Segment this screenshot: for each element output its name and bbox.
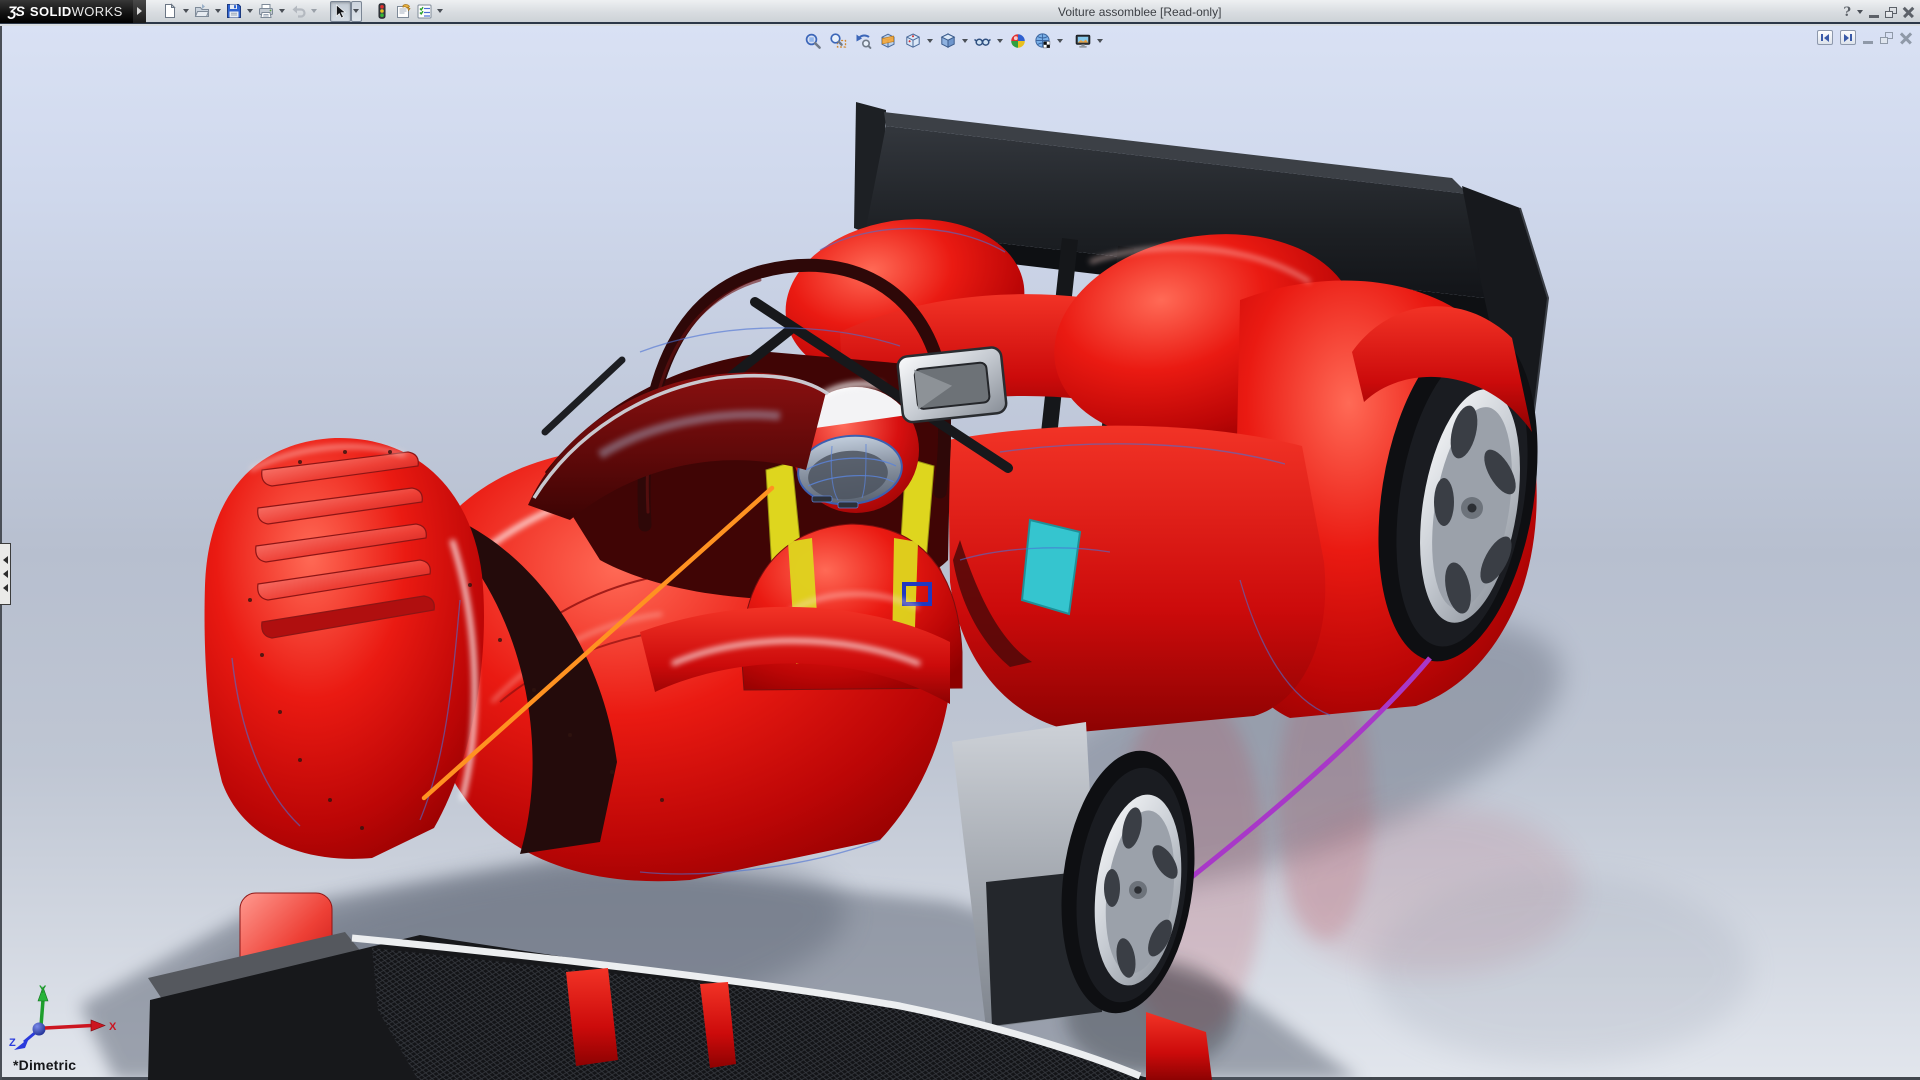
heads-up-toolbar bbox=[800, 28, 1105, 53]
print-dropdown[interactable] bbox=[277, 1, 288, 22]
hide-show-items-button[interactable] bbox=[970, 28, 995, 53]
undo-button[interactable] bbox=[288, 1, 309, 22]
menu-expand-button[interactable] bbox=[132, 0, 146, 23]
apply-scene-dropdown[interactable] bbox=[1055, 28, 1065, 53]
triad-y-label: Y bbox=[39, 984, 47, 996]
open-button[interactable] bbox=[192, 1, 213, 22]
document-window-controls bbox=[1817, 30, 1912, 45]
dassault-3ds-mark: ƷS bbox=[8, 3, 25, 19]
document-title: Voiture assomblee [Read-only] bbox=[1058, 5, 1222, 19]
doc-close-button[interactable] bbox=[1900, 32, 1912, 44]
file-properties-icon bbox=[396, 3, 411, 18]
undo-icon bbox=[292, 5, 306, 18]
select-button[interactable] bbox=[329, 0, 351, 22]
collapse-arrow-icon bbox=[2, 556, 8, 564]
window-controls: ? bbox=[1843, 0, 1914, 24]
minimize-button[interactable] bbox=[1869, 14, 1879, 18]
race-car-model bbox=[80, 102, 1750, 1080]
display-style-button[interactable] bbox=[935, 28, 960, 53]
select-dropdown[interactable] bbox=[350, 0, 362, 22]
triad-x-label: X bbox=[109, 1021, 117, 1033]
expand-arrow-icon bbox=[136, 7, 142, 15]
rebuild-button[interactable] bbox=[372, 1, 393, 22]
view-orientation-icon bbox=[905, 32, 920, 48]
doc-minimize-button[interactable] bbox=[1863, 40, 1873, 44]
title-bar: ƷS SOLID WORKS Voiture assomblee [Read-o… bbox=[0, 0, 1920, 24]
display-style-icon bbox=[940, 32, 955, 48]
file-properties-button[interactable] bbox=[393, 1, 414, 22]
help-dropdown[interactable] bbox=[1857, 10, 1863, 14]
edit-appearance-button[interactable] bbox=[1005, 28, 1030, 53]
zoom-to-fit-icon bbox=[805, 33, 821, 49]
print-button[interactable] bbox=[256, 1, 277, 22]
triad-z-label: Z bbox=[9, 1037, 16, 1049]
open-icon bbox=[195, 4, 210, 17]
previous-view-icon bbox=[856, 33, 871, 49]
solidworks-window: ƷS SOLID WORKS Voiture assomblee [Read-o… bbox=[0, 0, 1920, 1080]
view-orientation-button[interactable] bbox=[900, 28, 925, 53]
zoom-to-area-button[interactable] bbox=[825, 28, 850, 53]
view-orientation-label: *Dimetric bbox=[13, 1057, 77, 1073]
view-settings-button[interactable] bbox=[1070, 28, 1095, 53]
viewport-3d[interactable]: Z Y X *Dimetric bbox=[0, 26, 1920, 1080]
left-arrow-icon bbox=[1824, 33, 1829, 42]
open-dropdown[interactable] bbox=[213, 1, 224, 22]
select-cursor-icon bbox=[335, 3, 346, 18]
help-button[interactable]: ? bbox=[1843, 5, 1851, 20]
solidworks-logo: ƷS SOLID WORKS bbox=[0, 0, 133, 23]
view-settings-icon bbox=[1075, 34, 1090, 48]
collapse-arrow-icon bbox=[2, 584, 8, 592]
new-document-dropdown[interactable] bbox=[181, 1, 192, 22]
close-button[interactable] bbox=[1903, 7, 1914, 18]
standard-toolbar bbox=[160, 0, 446, 23]
rebuild-traffic-light-icon bbox=[378, 3, 386, 19]
collapse-arrow-icon bbox=[2, 570, 8, 578]
hide-show-items-icon bbox=[974, 38, 991, 46]
right-arrow-icon bbox=[1844, 33, 1849, 42]
save-dropdown[interactable] bbox=[245, 1, 256, 22]
options-button[interactable] bbox=[414, 1, 435, 22]
display-style-dropdown[interactable] bbox=[960, 28, 970, 53]
section-view-button[interactable] bbox=[875, 28, 900, 53]
restore-button[interactable] bbox=[1885, 6, 1897, 18]
zoom-to-fit-button[interactable] bbox=[800, 28, 825, 53]
zoom-to-area-icon bbox=[829, 32, 846, 48]
options-dropdown[interactable] bbox=[435, 1, 446, 22]
section-view-icon bbox=[881, 33, 894, 48]
show-right-pane-button[interactable] bbox=[1840, 30, 1856, 45]
options-checklist-icon bbox=[417, 4, 432, 18]
save-icon bbox=[227, 4, 242, 18]
new-document-icon bbox=[165, 3, 176, 18]
mirror-intake-box bbox=[896, 346, 1008, 424]
undo-dropdown[interactable] bbox=[309, 1, 320, 22]
view-settings-dropdown[interactable] bbox=[1095, 28, 1105, 53]
new-document-button[interactable] bbox=[160, 1, 181, 22]
hide-show-items-dropdown[interactable] bbox=[995, 28, 1005, 53]
edit-appearance-icon bbox=[1010, 33, 1025, 48]
view-orientation-dropdown[interactable] bbox=[925, 28, 935, 53]
show-left-pane-button[interactable] bbox=[1817, 30, 1833, 45]
doc-restore-button[interactable] bbox=[1880, 31, 1893, 44]
save-button[interactable] bbox=[224, 1, 245, 22]
apply-scene-button[interactable] bbox=[1030, 28, 1055, 53]
apply-scene-icon bbox=[1034, 32, 1050, 48]
previous-view-button[interactable] bbox=[850, 28, 875, 53]
print-icon bbox=[259, 4, 274, 18]
collapsed-panel-tab[interactable] bbox=[0, 543, 11, 605]
